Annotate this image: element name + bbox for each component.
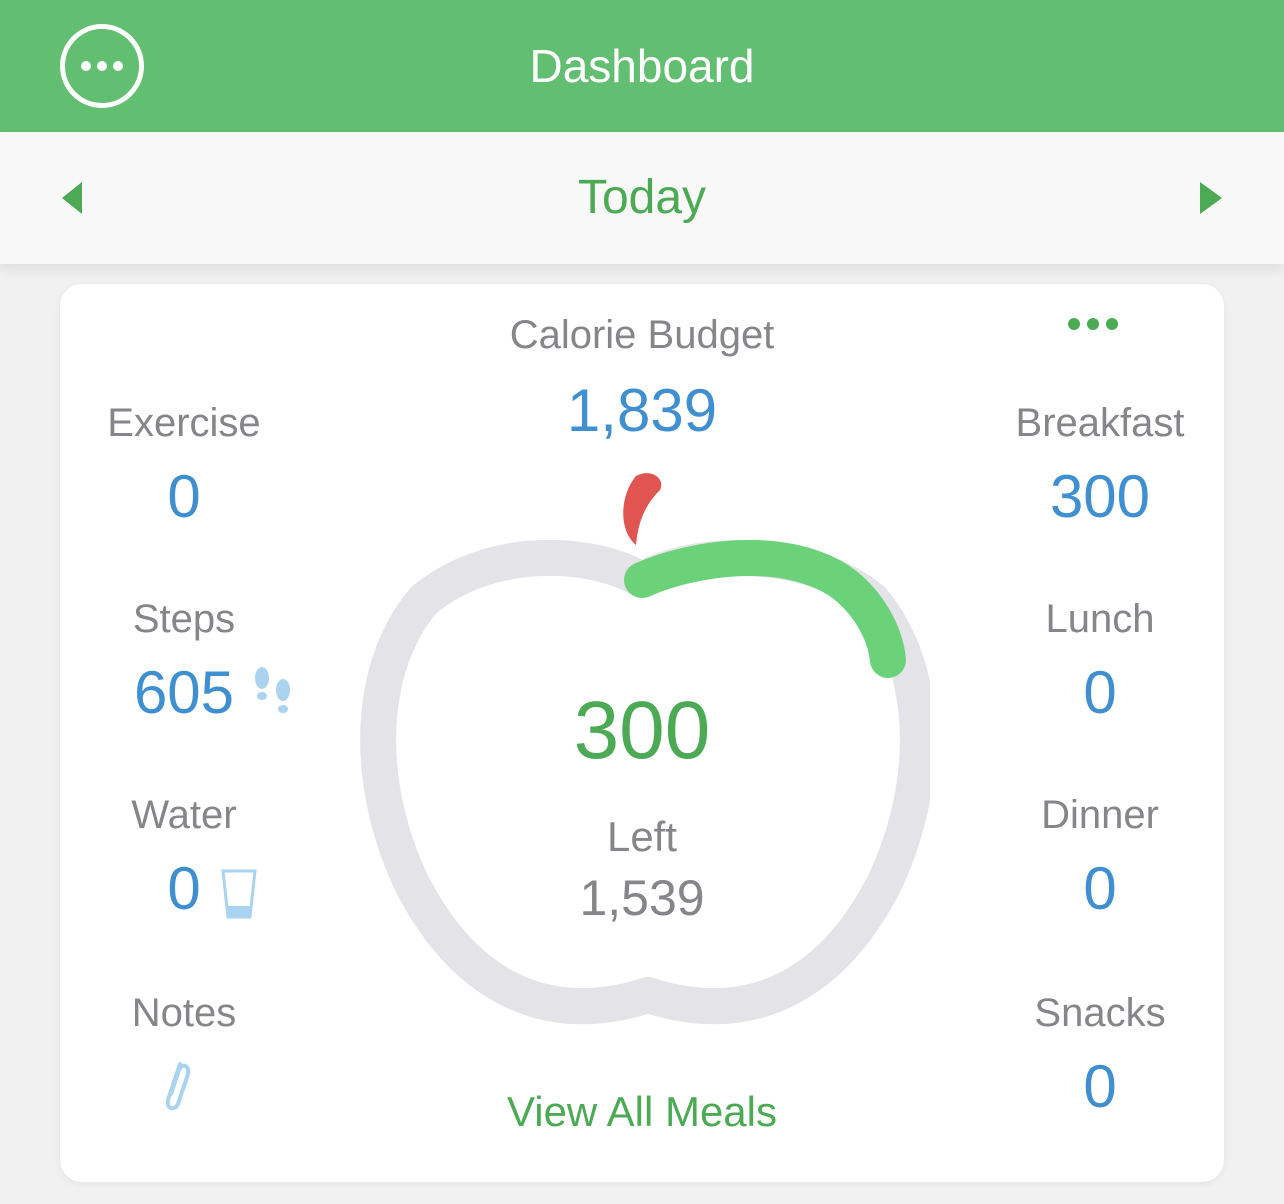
calorie-budget-value[interactable]: 1,839 xyxy=(442,376,842,446)
exercise-label: Exercise xyxy=(107,401,261,445)
calories-left-label: Left xyxy=(606,813,678,860)
date-label[interactable]: Today xyxy=(0,168,1284,228)
snacks-label: Snacks xyxy=(1034,991,1166,1035)
notes-label: Notes xyxy=(131,991,237,1035)
lunch-value[interactable]: 0 xyxy=(1000,658,1200,728)
page-title: Dashboard xyxy=(529,40,755,92)
dinner-label: Dinner xyxy=(1041,793,1159,837)
steps-label: Steps xyxy=(132,597,236,641)
calories-eaten-value: 300 xyxy=(573,685,711,776)
apple-track xyxy=(360,539,930,1025)
view-all-meals-link[interactable]: View All Meals xyxy=(442,1086,842,1138)
dinner-value[interactable]: 0 xyxy=(1000,854,1200,924)
footsteps-icon xyxy=(255,667,290,713)
snacks-value[interactable]: 0 xyxy=(1000,1052,1200,1122)
breakfast-value[interactable]: 300 xyxy=(1000,462,1200,532)
paperclip-icon[interactable] xyxy=(156,1058,196,1116)
calorie-budget-label: Calorie Budget xyxy=(509,313,775,357)
calories-left-value: 1,539 xyxy=(579,870,705,926)
chevron-right-icon[interactable] xyxy=(1194,180,1234,216)
apple-progress-arc xyxy=(624,539,906,678)
apple-leaf-icon xyxy=(623,473,662,545)
more-dots-icon[interactable] xyxy=(1068,318,1118,330)
water-label: Water xyxy=(131,793,237,837)
lunch-label: Lunch xyxy=(1045,597,1155,641)
water-glass-icon[interactable] xyxy=(220,868,258,920)
breakfast-label: Breakfast xyxy=(1015,401,1185,445)
exercise-value[interactable]: 0 xyxy=(84,462,284,532)
